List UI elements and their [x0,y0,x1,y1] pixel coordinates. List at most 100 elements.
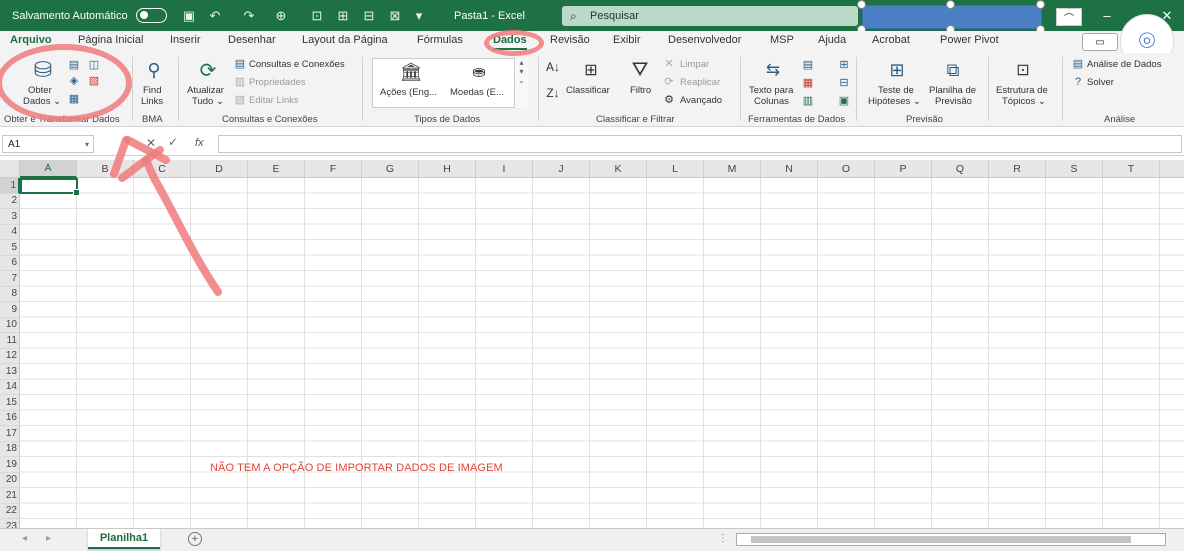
row-header[interactable]: 1 [0,178,20,194]
tab-pagina-inicial[interactable]: Página Inicial [78,34,143,46]
minimize-icon[interactable]: – [1092,0,1122,31]
find-links-line1[interactable]: Find [143,85,161,96]
consultas-conexoes-button[interactable]: Consultas e Conexões [249,59,345,70]
tab-exibir[interactable]: Exibir [613,34,641,46]
tab-formulas[interactable]: Fórmulas [417,34,463,46]
row-header[interactable]: 21 [0,488,20,504]
row-header[interactable]: 7 [0,271,20,287]
redo-icon[interactable]: ↷ [240,0,258,31]
undo-icon[interactable]: ↶ [206,0,224,31]
row-header[interactable]: 2 [0,193,20,209]
enter-icon[interactable]: ✓ [168,135,178,149]
atualizar-line1[interactable]: Atualizar [187,85,224,96]
cells-area[interactable] [20,178,1184,528]
solver-button[interactable]: Solver [1087,77,1114,88]
column-header[interactable]: N [761,160,818,178]
clear-format-icon[interactable]: ⊠ [386,0,404,31]
autosave-toggle[interactable] [136,8,167,23]
form-icon[interactable]: ⊟ [360,0,378,31]
column-header[interactable]: O [818,160,875,178]
editar-links-button[interactable]: Editar Links [249,95,299,106]
flash-fill-icon[interactable]: ▤ [800,57,816,71]
cancel-icon[interactable]: ✕ [146,136,156,150]
resize-handle[interactable] [1036,0,1045,9]
horizontal-scrollbar[interactable] [736,533,1166,546]
column-header[interactable]: Q [932,160,989,178]
row-header[interactable]: 18 [0,441,20,457]
row-header[interactable]: 5 [0,240,20,256]
tab-split-handle[interactable]: ⋮ [718,533,728,544]
ribbon-display-icon[interactable]: ⌒ [1056,8,1082,26]
row-header[interactable]: 16 [0,410,20,426]
gallery-scroll[interactable]: ▴ ▾ ⌄ [514,58,528,108]
column-header[interactable]: S [1046,160,1103,178]
propriedades-button[interactable]: Propriedades [249,77,306,88]
brush-icon[interactable]: ⊕ [272,0,290,31]
name-box[interactable]: A1 ▾ [2,135,94,153]
row-header[interactable]: 13 [0,364,20,380]
tab-inserir[interactable]: Inserir [170,34,201,46]
data-model-icon[interactable]: ▣ [836,93,852,107]
formula-input[interactable] [218,135,1182,153]
row-header[interactable]: 14 [0,379,20,395]
column-header[interactable]: I [476,160,533,178]
classificar-button[interactable]: Classificar [566,85,610,96]
planilha-previsao-line2[interactable]: Previsão [935,96,972,107]
filtro-button[interactable]: Filtro [630,85,651,96]
column-header[interactable]: E [248,160,305,178]
scroll-thumb[interactable] [751,536,1131,543]
data-types-gallery[interactable] [372,58,528,108]
teste-hipoteses-line1[interactable]: Teste de [878,85,914,96]
prev-sheet-icon[interactable]: ◂ [22,533,27,544]
row-header[interactable]: 6 [0,255,20,271]
data-validation-icon[interactable]: ▥ [800,93,816,107]
limpar-button[interactable]: Limpar [680,59,709,70]
tab-power-pivot[interactable]: Power Pivot [940,34,999,46]
tab-msp[interactable]: MSP [770,34,794,46]
tab-desenvolvedor[interactable]: Desenvolvedor [668,34,741,46]
column-header[interactable]: P [875,160,932,178]
moedas-button[interactable]: Moedas (E... [450,87,504,98]
column-header[interactable]: G [362,160,419,178]
row-header[interactable]: 9 [0,302,20,318]
select-all-corner[interactable] [0,160,20,178]
teste-hipoteses-line2[interactable]: Hipóteses ⌄ [868,96,921,107]
column-header[interactable]: A [20,160,77,178]
remove-duplicates-icon[interactable]: ▦ [800,75,816,89]
tab-arquivo[interactable]: Arquivo [10,34,52,46]
row-header[interactable]: 11 [0,333,20,349]
column-header[interactable]: T [1103,160,1160,178]
row-header[interactable]: 4 [0,224,20,240]
column-header[interactable]: D [191,160,248,178]
relationships-icon[interactable]: ⊟ [836,75,852,89]
search-box[interactable]: ⌕ Pesquisar [562,6,858,26]
add-sheet-icon[interactable]: + [188,532,202,546]
row-header[interactable]: 19 [0,457,20,473]
active-cell-a1[interactable] [20,178,80,196]
estrutura-topicos-line2[interactable]: Tópicos ⌄ [1002,96,1046,107]
row-header[interactable]: 15 [0,395,20,411]
column-header[interactable]: K [590,160,647,178]
texto-colunas-line2[interactable]: Colunas [754,96,789,107]
column-header[interactable]: U [1160,160,1184,178]
estrutura-topicos-line1[interactable]: Estrutura de [996,85,1048,96]
column-header[interactable]: R [989,160,1046,178]
reaplicar-button[interactable]: Reaplicar [680,77,720,88]
column-header[interactable]: H [419,160,476,178]
tab-desenhar[interactable]: Desenhar [228,34,276,46]
column-header[interactable]: L [647,160,704,178]
lock-icon[interactable]: ⊡ [308,0,326,31]
analise-dados-button[interactable]: Análise de Dados [1087,59,1161,70]
customize-toolbar-icon[interactable]: ▾ [410,0,428,31]
acoes-button[interactable]: Ações (Eng... [380,87,437,98]
column-header[interactable]: J [533,160,590,178]
row-header[interactable]: 17 [0,426,20,442]
atualizar-line2[interactable]: Tudo ⌄ [192,96,224,107]
tab-layout-pagina[interactable]: Layout da Página [302,34,388,46]
texto-colunas-line1[interactable]: Texto para [749,85,793,96]
sort-az-icon[interactable]: A↓ [545,59,561,75]
resize-handle[interactable] [946,0,955,9]
table-icon[interactable]: ⊞ [334,0,352,31]
avancado-button[interactable]: Avançado [680,95,722,106]
row-header[interactable]: 23 [0,519,20,528]
